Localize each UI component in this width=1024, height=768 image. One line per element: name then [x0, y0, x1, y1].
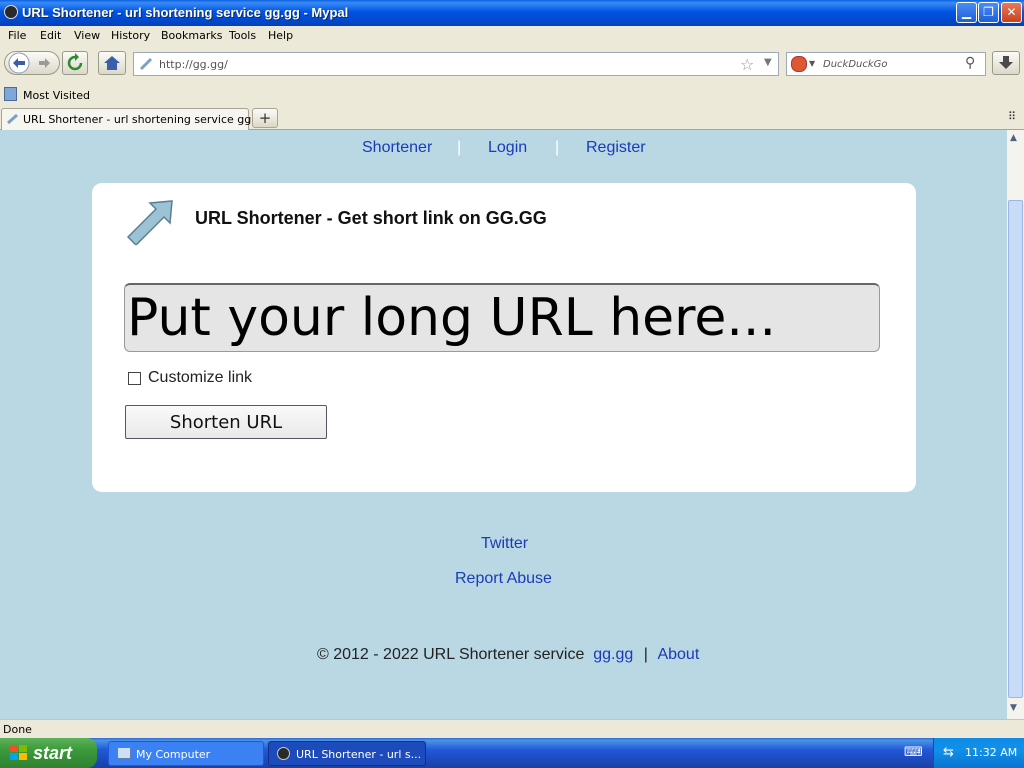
- menu-file[interactable]: File: [8, 29, 26, 42]
- most-visited-icon: [4, 87, 17, 101]
- tab-label: URL Shortener - url shortening service g…: [23, 113, 269, 126]
- bookmarks-bar: Most Visited: [0, 84, 1024, 106]
- taskbar-item-url-shortener[interactable]: URL Shortener - url s...: [268, 741, 426, 766]
- downloads-button[interactable]: [992, 51, 1020, 75]
- nav-register[interactable]: Register: [586, 139, 646, 157]
- tab-url-shortener[interactable]: URL Shortener - url shortening service g…: [1, 108, 269, 130]
- page-title: URL Shortener - Get short link on GG.GG: [195, 208, 547, 228]
- menu-bar: File Edit View History Bookmarks Tools H…: [0, 26, 1024, 46]
- most-visited-bookmark[interactable]: Most Visited: [23, 89, 90, 102]
- start-button[interactable]: start: [0, 738, 97, 768]
- title-bar: URL Shortener - url shortening service g…: [0, 0, 1024, 26]
- search-icon[interactable]: ⚲: [965, 55, 975, 71]
- dropdown-icon[interactable]: ▼: [764, 57, 772, 68]
- nav-shortener[interactable]: Shortener: [362, 139, 432, 157]
- taskbar-item-my-computer[interactable]: My Computer: [108, 741, 264, 766]
- page-content: Shortener | Login | Register URL Shorten…: [0, 130, 1007, 719]
- page-icon: [139, 57, 153, 71]
- taskbar-item-label: My Computer: [136, 748, 211, 761]
- system-tray: ⇆ 11:32 AM: [933, 738, 1024, 768]
- shortener-card: URL Shortener - Get short link on GG.GG …: [92, 183, 916, 492]
- window-title: URL Shortener - url shortening service g…: [22, 5, 349, 20]
- scroll-up-icon[interactable]: ▲: [1010, 133, 1017, 143]
- gg-gg-link[interactable]: gg.gg: [593, 646, 633, 663]
- about-link[interactable]: About: [657, 646, 699, 663]
- scroll-down-icon[interactable]: ▼: [1010, 703, 1017, 713]
- footer-separator: |: [643, 646, 648, 663]
- nav-separator: |: [457, 139, 462, 156]
- minimize-button[interactable]: ▁: [956, 2, 977, 23]
- taskbar: start My Computer URL Shortener - url s.…: [0, 738, 1024, 768]
- arrow-logo-icon: [126, 200, 173, 245]
- menu-bookmarks[interactable]: Bookmarks: [161, 29, 222, 42]
- customize-link-label[interactable]: Customize link: [148, 369, 252, 387]
- maximize-button[interactable]: ❐: [978, 2, 999, 23]
- clock[interactable]: 11:32 AM: [965, 746, 1017, 759]
- my-computer-icon: [117, 747, 131, 759]
- back-forward-group: [4, 51, 60, 75]
- taskbar-item-label: URL Shortener - url s...: [296, 748, 422, 761]
- address-bar[interactable]: http://gg.gg/ ☆ ▼: [133, 52, 779, 76]
- keyboard-icon[interactable]: ⌨: [904, 745, 923, 760]
- windows-logo-icon: [10, 745, 27, 760]
- report-abuse-link[interactable]: Report Abuse: [455, 570, 552, 588]
- tab-list-icon[interactable]: ⠿: [1008, 110, 1016, 123]
- menu-view[interactable]: View: [74, 29, 100, 42]
- nav-login[interactable]: Login: [488, 139, 527, 157]
- customize-link-checkbox[interactable]: [128, 372, 141, 385]
- status-bar: Done: [0, 719, 1024, 738]
- download-icon: [999, 56, 1013, 69]
- home-button[interactable]: [98, 51, 126, 75]
- search-engine-dropdown-icon[interactable]: ▼: [809, 59, 815, 68]
- reload-icon: [67, 53, 83, 71]
- bookmark-star-icon[interactable]: ☆: [740, 55, 754, 74]
- tab-favicon-icon: [7, 113, 18, 125]
- duckduckgo-icon[interactable]: [791, 56, 807, 72]
- menu-history[interactable]: History: [111, 29, 150, 42]
- shorten-url-button[interactable]: Shorten URL: [125, 405, 327, 439]
- mypal-icon: [277, 747, 290, 760]
- search-bar[interactable]: ▼ DuckDuckGo ⚲: [786, 52, 986, 76]
- status-text: Done: [3, 723, 32, 736]
- network-icon[interactable]: ⇆: [943, 745, 954, 760]
- copyright-text: © 2012 - 2022 URL Shortener service: [317, 646, 585, 663]
- home-icon: [104, 56, 120, 70]
- new-tab-button[interactable]: +: [252, 108, 278, 128]
- mypal-icon: [4, 5, 18, 19]
- start-label: start: [33, 743, 73, 763]
- search-placeholder[interactable]: DuckDuckGo: [823, 59, 888, 70]
- long-url-input[interactable]: [124, 283, 880, 352]
- back-icon[interactable]: [5, 52, 61, 76]
- copyright-line: © 2012 - 2022 URL Shortener service gg.g…: [317, 646, 699, 664]
- menu-help[interactable]: Help: [268, 29, 293, 42]
- twitter-link[interactable]: Twitter: [481, 535, 528, 553]
- menu-tools[interactable]: Tools: [229, 29, 256, 42]
- url-text[interactable]: http://gg.gg/: [159, 58, 228, 71]
- menu-edit[interactable]: Edit: [40, 29, 61, 42]
- reload-button[interactable]: [62, 51, 88, 75]
- close-button[interactable]: ✕: [1001, 2, 1022, 23]
- nav-separator: |: [555, 139, 560, 156]
- scrollbar-thumb[interactable]: [1008, 200, 1023, 698]
